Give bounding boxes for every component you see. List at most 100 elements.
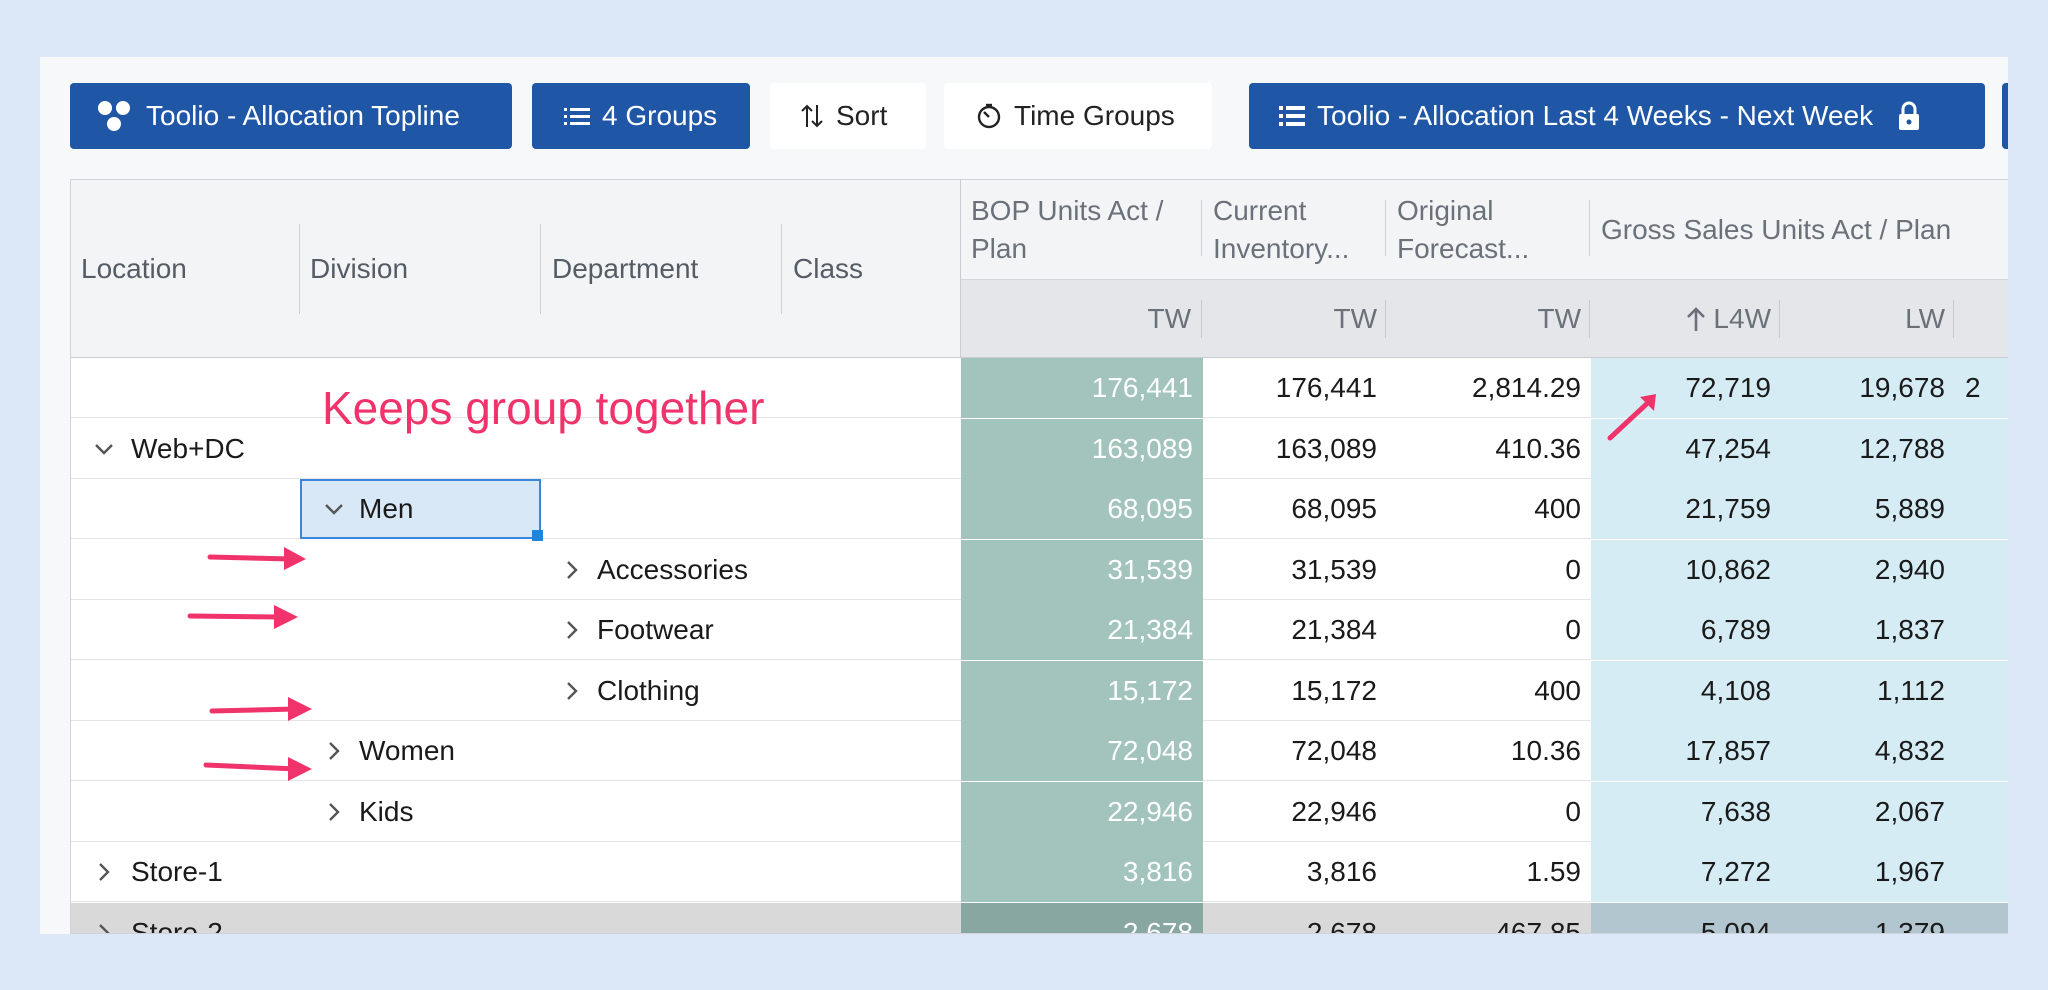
forecast-header[interactable]: Original Forecast...: [1397, 192, 1529, 268]
bop-value[interactable]: 72,048: [961, 721, 1203, 781]
lw-value[interactable]: 2,067: [1781, 781, 1955, 842]
department-header[interactable]: Department: [552, 180, 698, 358]
overflow-value[interactable]: [1955, 842, 2008, 902]
forecast-value[interactable]: 0: [1387, 540, 1591, 600]
inventory-value[interactable]: 163,089: [1203, 419, 1387, 479]
inventory-value[interactable]: 31,539: [1203, 540, 1387, 600]
chevron-down-icon[interactable]: [93, 419, 115, 479]
chevron-down-icon[interactable]: [323, 479, 345, 539]
overflow-value[interactable]: [1955, 418, 2008, 479]
timer-icon: [976, 103, 1002, 129]
l4w-value[interactable]: 7,638: [1591, 781, 1781, 842]
inventory-value[interactable]: 72,048: [1203, 721, 1387, 781]
lw-header[interactable]: LW: [1781, 280, 1945, 358]
bop-value[interactable]: 21,384: [961, 600, 1203, 660]
lw-value[interactable]: 4,832: [1781, 721, 1955, 781]
inventory-value[interactable]: 22,946: [1203, 782, 1387, 842]
forecast-value[interactable]: 410.36: [1387, 419, 1591, 479]
bop-value[interactable]: 2,678: [961, 902, 1203, 933]
list-icon: [564, 106, 590, 126]
forecast-value[interactable]: 400: [1387, 661, 1591, 721]
overflow-value[interactable]: [1955, 539, 2008, 600]
location-header[interactable]: Location: [81, 180, 187, 358]
lw-value[interactable]: 19,678: [1781, 358, 1955, 418]
l4w-value[interactable]: 6,789: [1591, 600, 1781, 660]
division-row[interactable]: Kids 22,946 22,946 0 7,638 2,067: [71, 781, 2008, 842]
division-row[interactable]: Women 72,048 72,048 10.36 17,857 4,832: [71, 721, 2008, 781]
l4w-value[interactable]: 17,857: [1591, 721, 1781, 781]
overflow-value[interactable]: [1955, 660, 2008, 721]
annotation-arrow-icon: [1607, 394, 1656, 441]
lw-value[interactable]: 12,788: [1781, 418, 1955, 479]
gross-sales-header[interactable]: Gross Sales Units Act / Plan: [1601, 211, 1951, 249]
bop-value[interactable]: 68,095: [961, 479, 1203, 539]
forecast-value[interactable]: 1.59: [1387, 842, 1591, 902]
location-row[interactable]: Store-1 3,816 3,816 1.59 7,272 1,967: [71, 842, 2008, 902]
chevron-right-icon[interactable]: [561, 600, 583, 660]
metric-header-row: BOP Units Act / Plan Current Inventory..…: [961, 180, 2008, 280]
topline-button[interactable]: Toolio - Allocation Topline: [70, 83, 512, 149]
forecast-value[interactable]: 400: [1387, 479, 1591, 539]
overflow-value[interactable]: [1955, 781, 2008, 842]
inventory-tw-header[interactable]: TW: [1203, 280, 1377, 358]
lw-value[interactable]: 1,837: [1781, 600, 1955, 660]
department-row[interactable]: Clothing 15,172 15,172 400 4,108 1,112: [71, 660, 2008, 721]
bop-value[interactable]: 163,089: [961, 418, 1203, 479]
row-group-label: Kids: [359, 795, 414, 827]
location-row[interactable]: Store-2 2,678 2,678 467.85 5,094 1,379: [71, 902, 2008, 934]
overflow-value[interactable]: 2: [1955, 358, 2008, 418]
l4w-value[interactable]: 4,108: [1591, 660, 1781, 721]
overflow-value[interactable]: [1955, 902, 2008, 933]
l4w-value[interactable]: 7,272: [1591, 842, 1781, 902]
department-row[interactable]: Accessories 31,539 31,539 0 10,862 2,940: [71, 539, 2008, 600]
time-groups-button[interactable]: Time Groups: [944, 83, 1212, 149]
lw-value[interactable]: 5,889: [1781, 479, 1955, 539]
department-row[interactable]: Footwear 21,384 21,384 0 6,789 1,837: [71, 600, 2008, 660]
l4w-value[interactable]: 5,094: [1591, 902, 1781, 933]
overflow-value[interactable]: [1955, 600, 2008, 660]
chevron-right-icon[interactable]: [561, 661, 583, 721]
annotation-arrow-icon: [207, 547, 306, 570]
plan-button[interactable]: Toolio - Allocation Last 4 Weeks - Next …: [1249, 83, 1985, 149]
forecast-value[interactable]: 2,814.29: [1387, 358, 1591, 418]
forecast-value[interactable]: 0: [1387, 600, 1591, 660]
lw-value[interactable]: 1,112: [1781, 660, 1955, 721]
bop-value[interactable]: 3,816: [961, 842, 1203, 902]
forecast-value[interactable]: 0: [1387, 782, 1591, 842]
forecast-tw-header[interactable]: TW: [1387, 280, 1581, 358]
inventory-value[interactable]: 15,172: [1203, 661, 1387, 721]
class-header[interactable]: Class: [793, 180, 863, 358]
bop-value[interactable]: 31,539: [961, 539, 1203, 600]
inventory-value[interactable]: 176,441: [1203, 358, 1387, 418]
lw-value[interactable]: 1,967: [1781, 842, 1955, 902]
inventory-value[interactable]: 68,095: [1203, 479, 1387, 539]
forecast-value[interactable]: 10.36: [1387, 721, 1591, 781]
forecast-value[interactable]: 467.85: [1387, 903, 1591, 934]
inventory-header[interactable]: Current Inventory...: [1213, 192, 1349, 268]
lw-value[interactable]: 1,379: [1781, 902, 1955, 933]
annotation-arrow-icon: [209, 697, 312, 721]
groups-button[interactable]: 4 Groups: [532, 83, 750, 149]
bop-value[interactable]: 176,441: [961, 358, 1203, 418]
chevron-right-icon[interactable]: [93, 842, 115, 902]
chevron-right-icon[interactable]: [323, 782, 345, 842]
inventory-value[interactable]: 3,816: [1203, 842, 1387, 902]
l4w-value[interactable]: 10,862: [1591, 539, 1781, 600]
overflow-value[interactable]: [1955, 479, 2008, 539]
bop-value[interactable]: 15,172: [961, 660, 1203, 721]
chevron-right-icon[interactable]: [561, 540, 583, 600]
division-row[interactable]: Men 68,095 68,095 400 21,759 5,889: [71, 479, 2008, 541]
overflow-value[interactable]: [1955, 721, 2008, 781]
chevron-right-icon[interactable]: [93, 903, 115, 933]
sort-button[interactable]: Sort: [770, 83, 926, 149]
division-header[interactable]: Division: [310, 180, 408, 358]
grouping-header: Location Division Department Class: [71, 180, 961, 358]
lw-value[interactable]: 2,940: [1781, 539, 1955, 600]
bop-value[interactable]: 22,946: [961, 781, 1203, 842]
inventory-value[interactable]: 2,678: [1203, 903, 1387, 934]
l4w-value[interactable]: 21,759: [1591, 479, 1781, 539]
bop-header[interactable]: BOP Units Act / Plan: [971, 192, 1163, 268]
bop-tw-header[interactable]: TW: [961, 280, 1191, 358]
inventory-value[interactable]: 21,384: [1203, 600, 1387, 660]
overflow-button[interactable]: [2002, 83, 2008, 149]
